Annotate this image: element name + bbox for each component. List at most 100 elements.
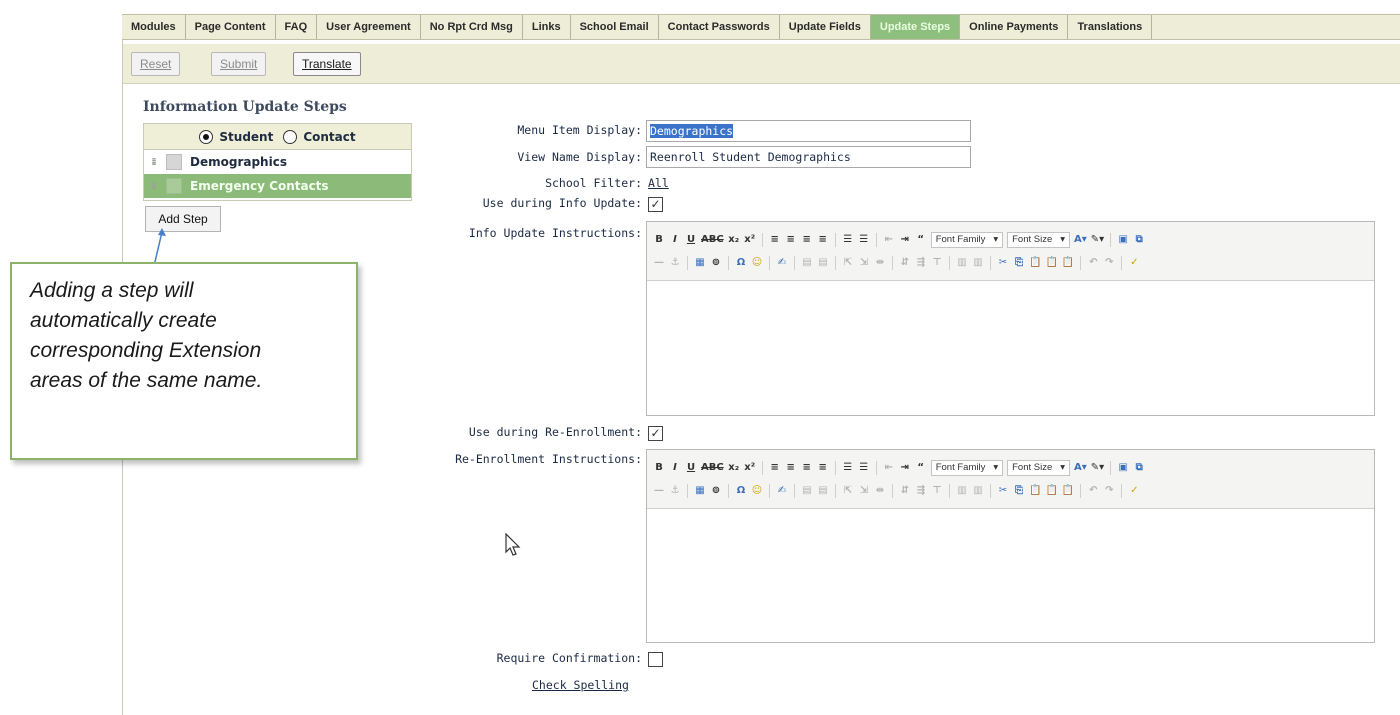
- bold-icon[interactable]: B: [653, 460, 665, 476]
- source-icon[interactable]: ▣: [1117, 232, 1129, 248]
- image-icon[interactable]: ▦: [694, 483, 706, 499]
- anchor-icon[interactable]: ⚓: [669, 483, 681, 499]
- align-justify-icon[interactable]: ≡: [817, 460, 829, 476]
- tab-user-agreement[interactable]: User Agreement: [317, 15, 421, 39]
- translate-button[interactable]: Translate: [293, 52, 361, 76]
- hr-icon[interactable]: —: [653, 483, 665, 499]
- fullscreen-icon[interactable]: ⧉: [1133, 460, 1145, 476]
- font-family-select[interactable]: Font Family ▾: [930, 231, 1004, 248]
- tab-page-content[interactable]: Page Content: [186, 15, 276, 39]
- indent-icon[interactable]: ⇥: [899, 232, 911, 248]
- tab-links[interactable]: Links: [523, 15, 571, 39]
- underline-icon[interactable]: U: [685, 232, 697, 248]
- merge-icon[interactable]: ⇹: [874, 255, 886, 271]
- cut-icon[interactable]: ✂: [997, 483, 1009, 499]
- editor-content[interactable]: [647, 281, 1374, 414]
- blockquote-icon[interactable]: “: [915, 232, 927, 248]
- reenroll-instructions-editor[interactable]: B I U ABC x₂ x² ≡ ≡ ≡ ≡ ☰ ☰ ⇤ ⇥ “ Font F…: [646, 449, 1375, 643]
- bullet-list-icon[interactable]: ☰: [842, 232, 854, 248]
- menu-item-input[interactable]: Demographics: [646, 120, 971, 142]
- align-center-icon[interactable]: ≡: [785, 232, 797, 248]
- reset-button[interactable]: Reset: [131, 52, 181, 76]
- subscript-icon[interactable]: x₂: [728, 460, 740, 476]
- image-icon[interactable]: ▦: [694, 255, 706, 271]
- align-left-icon[interactable]: ≡: [769, 232, 781, 248]
- subscript-icon[interactable]: x₂: [728, 232, 740, 248]
- list-item[interactable]: ⁞⁞ Demographics: [144, 150, 411, 174]
- tab-update-steps[interactable]: Update Steps: [870, 15, 961, 39]
- hr-icon[interactable]: —: [653, 255, 665, 271]
- strikethrough-icon[interactable]: ABC: [701, 460, 724, 476]
- special-char-icon[interactable]: Ω: [735, 483, 747, 499]
- cell-icon[interactable]: ⇶: [915, 483, 927, 499]
- tab-online-payments[interactable]: Online Payments: [960, 15, 1069, 39]
- edit-icon[interactable]: ✍: [776, 255, 788, 271]
- spellcheck-icon[interactable]: ✓: [1128, 255, 1140, 271]
- number-list-icon[interactable]: ☰: [858, 460, 870, 476]
- indent-icon[interactable]: ⇥: [899, 460, 911, 476]
- tab-no-rpt-crd-msg[interactable]: No Rpt Crd Msg: [421, 15, 523, 39]
- tab-update-fields[interactable]: Update Fields: [780, 15, 871, 39]
- tab-faq[interactable]: FAQ: [276, 15, 318, 39]
- tab-translations[interactable]: Translations: [1068, 15, 1153, 39]
- view-name-input[interactable]: Reenroll Student Demographics: [646, 146, 971, 168]
- merge-icon[interactable]: ⇹: [874, 483, 886, 499]
- table-props-icon[interactable]: ▤: [817, 255, 829, 271]
- bold-icon[interactable]: B: [653, 232, 665, 248]
- align-right-icon[interactable]: ≡: [801, 232, 813, 248]
- strikethrough-icon[interactable]: ABC: [701, 232, 724, 248]
- number-list-icon[interactable]: ☰: [858, 232, 870, 248]
- paste-icon[interactable]: 📋: [1029, 483, 1041, 499]
- student-radio[interactable]: [199, 129, 214, 144]
- undo-icon[interactable]: ↶: [1087, 255, 1099, 271]
- step-checkbox[interactable]: [166, 178, 182, 194]
- col-icon[interactable]: ⇲: [858, 255, 870, 271]
- grid-icon[interactable]: ▥: [956, 483, 968, 499]
- table-icon[interactable]: ▤: [801, 483, 813, 499]
- split-icon[interactable]: ⇵: [899, 483, 911, 499]
- drag-handle-icon[interactable]: ⁞⁞: [144, 157, 162, 168]
- paste-text-icon[interactable]: 📋: [1045, 483, 1057, 499]
- highlight-color-icon[interactable]: ✎▾: [1091, 460, 1104, 476]
- cell-icon[interactable]: ⇶: [915, 255, 927, 271]
- use-info-checkbox[interactable]: ✓: [648, 197, 663, 212]
- copy-icon[interactable]: ⎘: [1013, 483, 1025, 499]
- paste-word-icon[interactable]: 📋: [1062, 255, 1074, 271]
- submit-button[interactable]: Submit: [211, 52, 267, 76]
- check-spelling-link[interactable]: Check Spelling: [532, 678, 629, 692]
- spellcheck-icon[interactable]: ✓: [1128, 483, 1140, 499]
- drag-handle-icon[interactable]: ⁞⁞: [144, 181, 162, 192]
- list-item[interactable]: ⁞⁞ Emergency Contacts: [144, 174, 411, 198]
- italic-icon[interactable]: I: [669, 460, 681, 476]
- paste-text-icon[interactable]: 📋: [1045, 255, 1057, 271]
- paste-word-icon[interactable]: 📋: [1062, 483, 1074, 499]
- split-icon[interactable]: ⇵: [899, 255, 911, 271]
- row-icon[interactable]: ⇱: [842, 255, 854, 271]
- copy-icon[interactable]: ⎘: [1013, 255, 1025, 271]
- use-reenroll-checkbox[interactable]: ✓: [648, 426, 663, 441]
- italic-icon[interactable]: I: [669, 232, 681, 248]
- edit-icon[interactable]: ✍: [776, 483, 788, 499]
- source-icon[interactable]: ▣: [1117, 460, 1129, 476]
- editor-content[interactable]: [647, 509, 1374, 641]
- tbl-icon[interactable]: ⊤: [931, 255, 943, 271]
- table-props-icon[interactable]: ▤: [817, 483, 829, 499]
- align-left-icon[interactable]: ≡: [769, 460, 781, 476]
- redo-icon[interactable]: ↷: [1103, 483, 1115, 499]
- tab-school-email[interactable]: School Email: [571, 15, 659, 39]
- bullet-list-icon[interactable]: ☰: [842, 460, 854, 476]
- text-color-icon[interactable]: A▾: [1074, 232, 1087, 248]
- grid-icon[interactable]: ▥: [956, 255, 968, 271]
- contact-radio[interactable]: [283, 129, 298, 144]
- redo-icon[interactable]: ↷: [1103, 255, 1115, 271]
- fullscreen-icon[interactable]: ⧉: [1133, 232, 1145, 248]
- highlight-color-icon[interactable]: ✎▾: [1091, 232, 1104, 248]
- blockquote-icon[interactable]: “: [915, 460, 927, 476]
- school-filter-link[interactable]: All: [648, 176, 669, 190]
- grid2-icon[interactable]: ▥: [972, 483, 984, 499]
- anchor-icon[interactable]: ⚓: [669, 255, 681, 271]
- cut-icon[interactable]: ✂: [997, 255, 1009, 271]
- emoticon-icon[interactable]: ☺: [751, 255, 763, 271]
- font-size-select[interactable]: Font Size ▾: [1007, 231, 1071, 248]
- require-confirmation-checkbox[interactable]: [648, 652, 663, 667]
